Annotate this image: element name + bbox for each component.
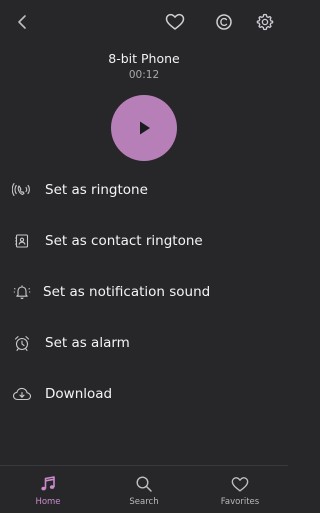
play-button[interactable] [111, 95, 177, 161]
music-note-icon [39, 474, 57, 494]
track-title: 8-bit Phone [108, 51, 180, 66]
action-menu: Set as ringtone Set as contact ringtone … [0, 164, 288, 419]
set-alarm-item[interactable]: Set as alarm [0, 317, 288, 368]
track-time: 00:12 [128, 69, 160, 81]
gear-icon[interactable] [255, 12, 275, 32]
search-icon [135, 474, 153, 494]
set-notification-sound-label: Set as notification sound [43, 283, 211, 300]
bottom-navigation: Home Search Favorites [0, 465, 288, 513]
heart-icon[interactable] [165, 12, 185, 32]
copyright-icon[interactable] [214, 12, 234, 32]
set-contact-ringtone-label: Set as contact ringtone [45, 232, 203, 249]
download-item[interactable]: Download [0, 368, 288, 419]
bell-icon [12, 282, 32, 302]
top-bar [0, 0, 288, 44]
heart-icon [231, 474, 249, 494]
nav-favorites[interactable]: Favorites [212, 466, 268, 513]
set-ringtone-item[interactable]: Set as ringtone [0, 164, 288, 215]
nav-search-label: Search [129, 497, 159, 507]
set-alarm-label: Set as alarm [45, 334, 130, 351]
set-ringtone-label: Set as ringtone [45, 181, 148, 198]
set-notification-sound-item[interactable]: Set as notification sound [0, 266, 288, 317]
alarm-clock-icon [12, 333, 32, 353]
back-arrow-icon[interactable] [12, 12, 32, 32]
cloud-download-icon [12, 384, 32, 404]
play-icon [140, 121, 150, 135]
nav-search[interactable]: Search [116, 466, 172, 513]
download-label: Download [45, 385, 113, 402]
nav-home[interactable]: Home [22, 466, 74, 513]
set-contact-ringtone-item[interactable]: Set as contact ringtone [0, 215, 288, 266]
contact-card-icon [12, 231, 32, 251]
phone-ring-icon [12, 180, 32, 200]
nav-home-label: Home [35, 497, 61, 507]
nav-favorites-label: Favorites [220, 497, 260, 507]
